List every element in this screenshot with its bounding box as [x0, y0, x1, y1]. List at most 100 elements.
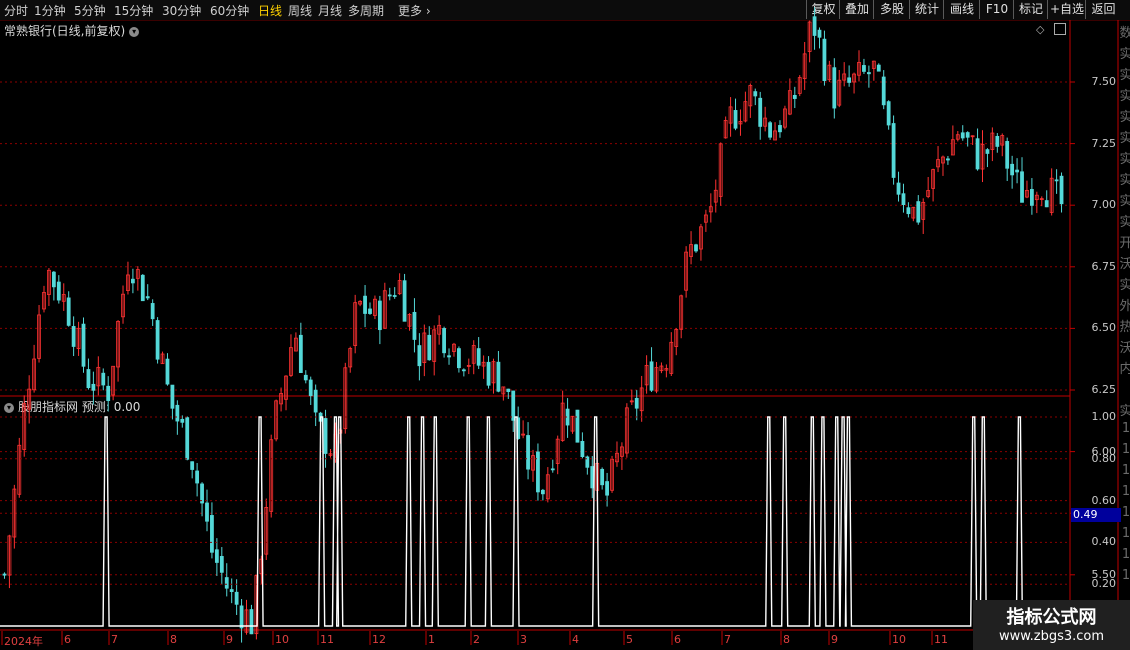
side-strip-char: 沃: [1119, 257, 1130, 272]
candle-body: [797, 77, 802, 94]
toolbar-button-3[interactable]: 统计: [909, 0, 944, 19]
period-tab-1[interactable]: 1分钟: [34, 2, 66, 19]
candle-body: [373, 298, 377, 316]
date-label: 2: [473, 633, 480, 646]
candle-body: [126, 274, 130, 291]
period-tab-2[interactable]: 5分钟: [74, 2, 106, 19]
candle-body: [91, 383, 96, 391]
period-tab-6[interactable]: 日线: [258, 2, 282, 19]
side-strip-char: 开: [1119, 236, 1130, 251]
candle-body: [71, 326, 76, 347]
side-strip-char: 沃: [1119, 341, 1130, 356]
candle-body: [921, 201, 926, 220]
candle-body: [550, 468, 555, 471]
candle-body: [491, 361, 496, 384]
candle-body: [506, 388, 511, 393]
candle-body: [822, 38, 827, 81]
period-tab-0[interactable]: 分时: [4, 2, 28, 19]
toolbar-button-0[interactable]: 复权: [806, 0, 840, 19]
candle-body: [259, 558, 264, 575]
candle-body: [377, 300, 382, 331]
candle-body: [708, 206, 713, 213]
period-tab-9[interactable]: 多周期: [348, 2, 384, 19]
candle-body: [560, 402, 565, 441]
candle-body: [862, 65, 866, 72]
indicator-tick-label: 0.20: [1091, 577, 1117, 591]
candle-body: [881, 76, 886, 106]
candle-body: [1000, 135, 1005, 146]
candle-body: [703, 214, 708, 223]
candle-body: [363, 295, 367, 314]
candle-body: [763, 117, 768, 127]
candle-body: [86, 369, 91, 389]
candle-body: [145, 296, 150, 299]
candle-body: [758, 97, 763, 127]
candle-body: [224, 577, 229, 589]
date-label: 8: [170, 633, 177, 646]
candle-body: [32, 358, 37, 391]
candle-body: [249, 609, 254, 635]
diamond-icon[interactable]: ◇: [1036, 23, 1044, 36]
period-tab-7[interactable]: 周线: [288, 2, 312, 19]
side-strip-char: 实: [1119, 131, 1130, 146]
period-tab-3[interactable]: 15分钟: [114, 2, 153, 19]
candle-body: [644, 364, 649, 386]
date-label: 10: [275, 633, 289, 646]
layout-icon[interactable]: [1054, 23, 1066, 35]
candle-body: [447, 355, 451, 358]
toolbar-button-5[interactable]: F10: [979, 0, 1014, 19]
side-strip-char: 实: [1119, 215, 1130, 230]
candle-body: [294, 337, 298, 352]
candle-body: [323, 418, 328, 454]
candle-body: [901, 193, 906, 206]
candle-body: [659, 365, 664, 372]
candle-body: [970, 135, 975, 138]
watermark-title: 指标公式网: [1006, 607, 1097, 628]
candle-body: [629, 400, 634, 403]
price-tick-label: 7.50: [1091, 75, 1117, 88]
candle-body: [476, 348, 481, 366]
period-tab-4[interactable]: 30分钟: [162, 2, 201, 19]
candle-body: [689, 244, 693, 257]
candle-body: [402, 280, 407, 322]
candle-body: [368, 308, 372, 314]
side-strip-char: 1: [1121, 568, 1130, 583]
toolbar-button-6[interactable]: 标记: [1013, 0, 1048, 19]
watermark-url: www.zbgs3.com: [998, 629, 1105, 644]
candle-body: [303, 374, 308, 381]
toolbar-button-4[interactable]: 画线: [943, 0, 980, 19]
chevron-down-icon[interactable]: ▾: [4, 402, 14, 413]
period-tab-8[interactable]: 月线: [318, 2, 342, 19]
candle-body: [313, 389, 318, 413]
kline-chart[interactable]: [0, 0, 1130, 650]
date-label: 7: [111, 633, 118, 646]
period-tab-5[interactable]: 60分钟: [210, 2, 249, 19]
chevron-down-icon[interactable]: ▾: [129, 26, 140, 37]
candle-body: [753, 91, 758, 97]
candle-body: [457, 348, 461, 369]
price-tick-label: 6.50: [1091, 321, 1117, 335]
candle-body: [140, 274, 145, 302]
toolbar-button-2[interactable]: 多股: [873, 0, 910, 19]
toolbar-button-8[interactable]: 返回: [1085, 0, 1121, 19]
candle-body: [699, 226, 703, 250]
candle-body: [936, 159, 940, 168]
indicator-tick-label: 1.00: [1091, 410, 1117, 423]
candle-body: [649, 361, 654, 391]
candle-body: [96, 366, 101, 387]
toolbar-button-7[interactable]: +自选: [1047, 0, 1086, 19]
candle-body: [847, 77, 852, 83]
candle-body: [1005, 141, 1010, 169]
side-strip-char: 1: [1121, 547, 1130, 562]
side-strip-char: 实: [1119, 89, 1130, 104]
candle-body: [407, 314, 412, 327]
period-tab-10[interactable]: 更多 ›: [398, 2, 431, 19]
candle-body: [1034, 194, 1039, 201]
candle-body: [1049, 177, 1054, 213]
candle-body: [328, 453, 333, 456]
toolbar-button-1[interactable]: 叠加: [839, 0, 874, 19]
candle-body: [679, 295, 684, 330]
candle-body: [244, 609, 249, 633]
candle-body: [540, 489, 545, 495]
candle-body: [595, 462, 600, 491]
